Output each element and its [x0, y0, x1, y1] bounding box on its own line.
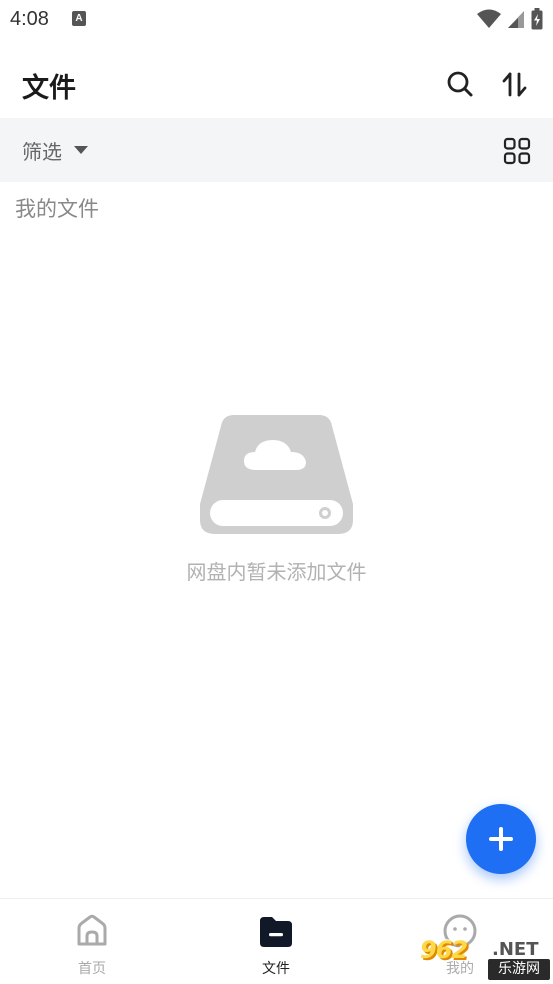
- cellular-signal-icon: [508, 11, 524, 28]
- status-indicators: [477, 6, 543, 32]
- status-bar: 4:08 A: [0, 0, 553, 40]
- folder-icon: [260, 917, 292, 947]
- empty-state-message: 网盘内暂未添加文件: [186, 560, 367, 584]
- nav-label-home: 首页: [78, 961, 106, 977]
- app-bar: 文件: [0, 40, 553, 118]
- filter-label: 筛选: [22, 139, 62, 164]
- cloud-drive-icon: [200, 415, 353, 534]
- home-icon: [77, 914, 107, 946]
- nav-label-files: 文件: [262, 961, 290, 977]
- site-watermark: 962 .NET 乐游网: [414, 936, 550, 980]
- empty-state: 网盘内暂未添加文件: [0, 412, 553, 592]
- grid-view-icon: [503, 137, 531, 165]
- grid-view-button[interactable]: [502, 136, 532, 166]
- nav-item-home[interactable]: 首页: [32, 899, 152, 984]
- search-icon: [447, 71, 473, 97]
- section-title: 我的文件: [15, 197, 99, 221]
- watermark-number: 962: [420, 936, 468, 964]
- caret-down-icon: [74, 146, 88, 154]
- watermark-suffix: .NET: [492, 939, 539, 960]
- filter-bar: 筛选: [0, 118, 553, 182]
- sort-icon: [502, 72, 527, 97]
- nav-item-files[interactable]: 文件: [216, 899, 336, 984]
- filter-dropdown[interactable]: 筛选: [22, 135, 88, 165]
- page-title: 文件: [22, 73, 76, 104]
- sort-button[interactable]: [498, 67, 532, 101]
- add-file-fab[interactable]: [466, 804, 536, 874]
- notification-a-icon: A: [72, 11, 86, 26]
- wifi-icon: [477, 9, 501, 28]
- status-time: 4:08: [10, 8, 49, 30]
- battery-charging-icon: [531, 8, 543, 30]
- watermark-caption: 乐游网: [488, 959, 550, 980]
- search-button[interactable]: [443, 67, 477, 101]
